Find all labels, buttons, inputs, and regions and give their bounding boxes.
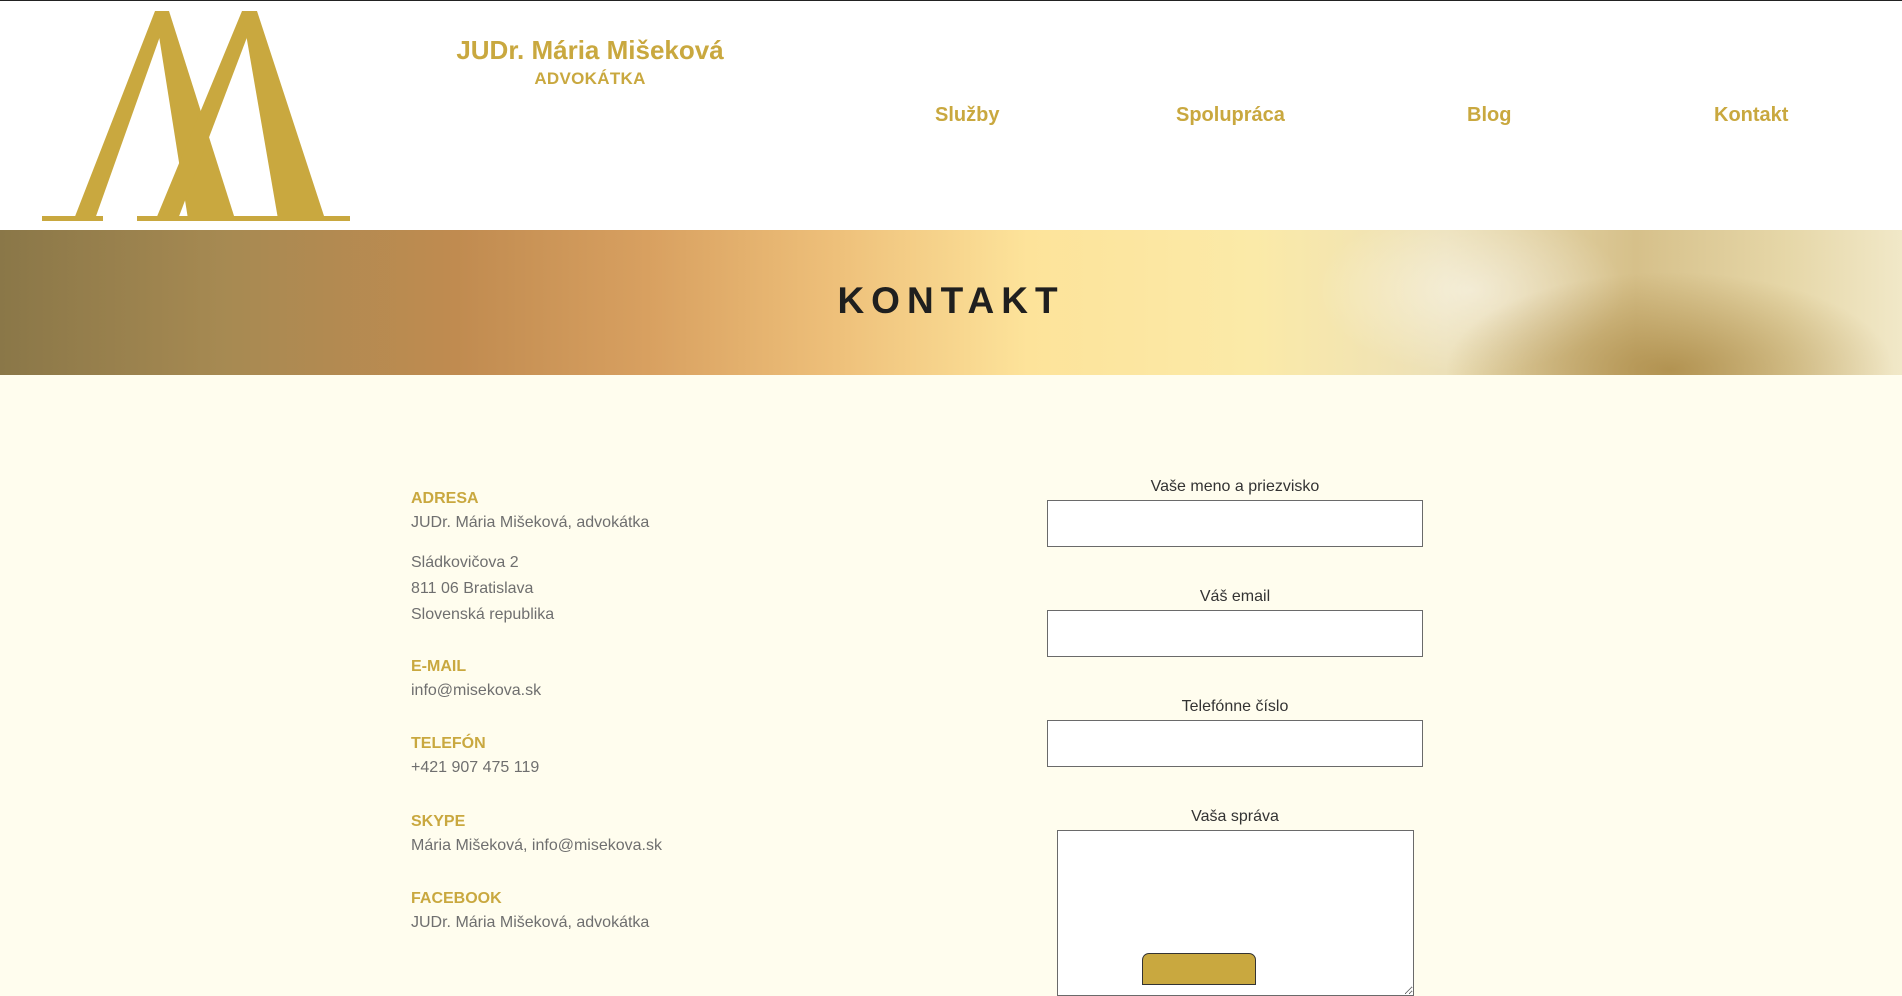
brand-subtitle: ADVOKÁTKA	[534, 69, 646, 88]
address-line: 811 06 Bratislava	[411, 580, 534, 597]
email-label: E-MAIL	[411, 658, 467, 675]
nav-item-kontakt[interactable]: Kontakt	[1714, 104, 1788, 127]
nav-item-blog[interactable]: Blog	[1467, 104, 1511, 127]
contact-form: Vaše meno a priezvisko Váš email Telefón…	[1047, 476, 1423, 996]
facebook-link[interactable]: JUDr. Mária Mišeková, advokátka	[411, 910, 931, 936]
address-label: ADRESA	[411, 490, 479, 507]
brand: JUDr. Mária Mišeková ADVOKÁTKA	[430, 35, 750, 89]
address-name: JUDr. Mária Mišeková, advokátka	[411, 514, 650, 531]
phone-link[interactable]: +421 907 475 119	[411, 755, 931, 781]
nav-item-sluzby[interactable]: Služby	[935, 104, 999, 127]
address-line: Slovenská republika	[411, 606, 555, 623]
page-banner: KONTAKT	[0, 230, 1902, 375]
message-field-label: Vaša správa	[1191, 808, 1279, 825]
site-header: JUDr. Mária Mišeková ADVOKÁTKA Služby Sp…	[0, 1, 1902, 230]
contact-info: ADRESA JUDr. Mária Mišeková, advokátka S…	[411, 488, 931, 936]
phone-label: TELEFÓN	[411, 735, 486, 752]
phone-field[interactable]	[1047, 720, 1423, 767]
skype-label: SKYPE	[411, 813, 466, 830]
email-link[interactable]: info@misekova.sk	[411, 678, 931, 704]
brand-name: JUDr. Mária Mišeková	[456, 35, 724, 65]
submit-button[interactable]	[1142, 953, 1256, 985]
email-field[interactable]	[1047, 610, 1423, 657]
email-field-label: Váš email	[1199, 588, 1271, 605]
facebook-label: FACEBOOK	[411, 890, 502, 907]
double-a-monogram-logo-icon	[42, 11, 350, 221]
address-line: Sládkovičova 2	[411, 554, 519, 571]
name-field[interactable]	[1047, 500, 1423, 547]
name-field-label: Vaše meno a priezvisko	[1150, 478, 1320, 495]
page-title: KONTAKT	[837, 280, 1065, 321]
skype-value: Mária Mišeková, info@misekova.sk	[411, 837, 662, 854]
nav-item-spolupraca[interactable]: Spolupráca	[1176, 104, 1285, 127]
phone-field-label: Telefónne číslo	[1181, 698, 1289, 715]
